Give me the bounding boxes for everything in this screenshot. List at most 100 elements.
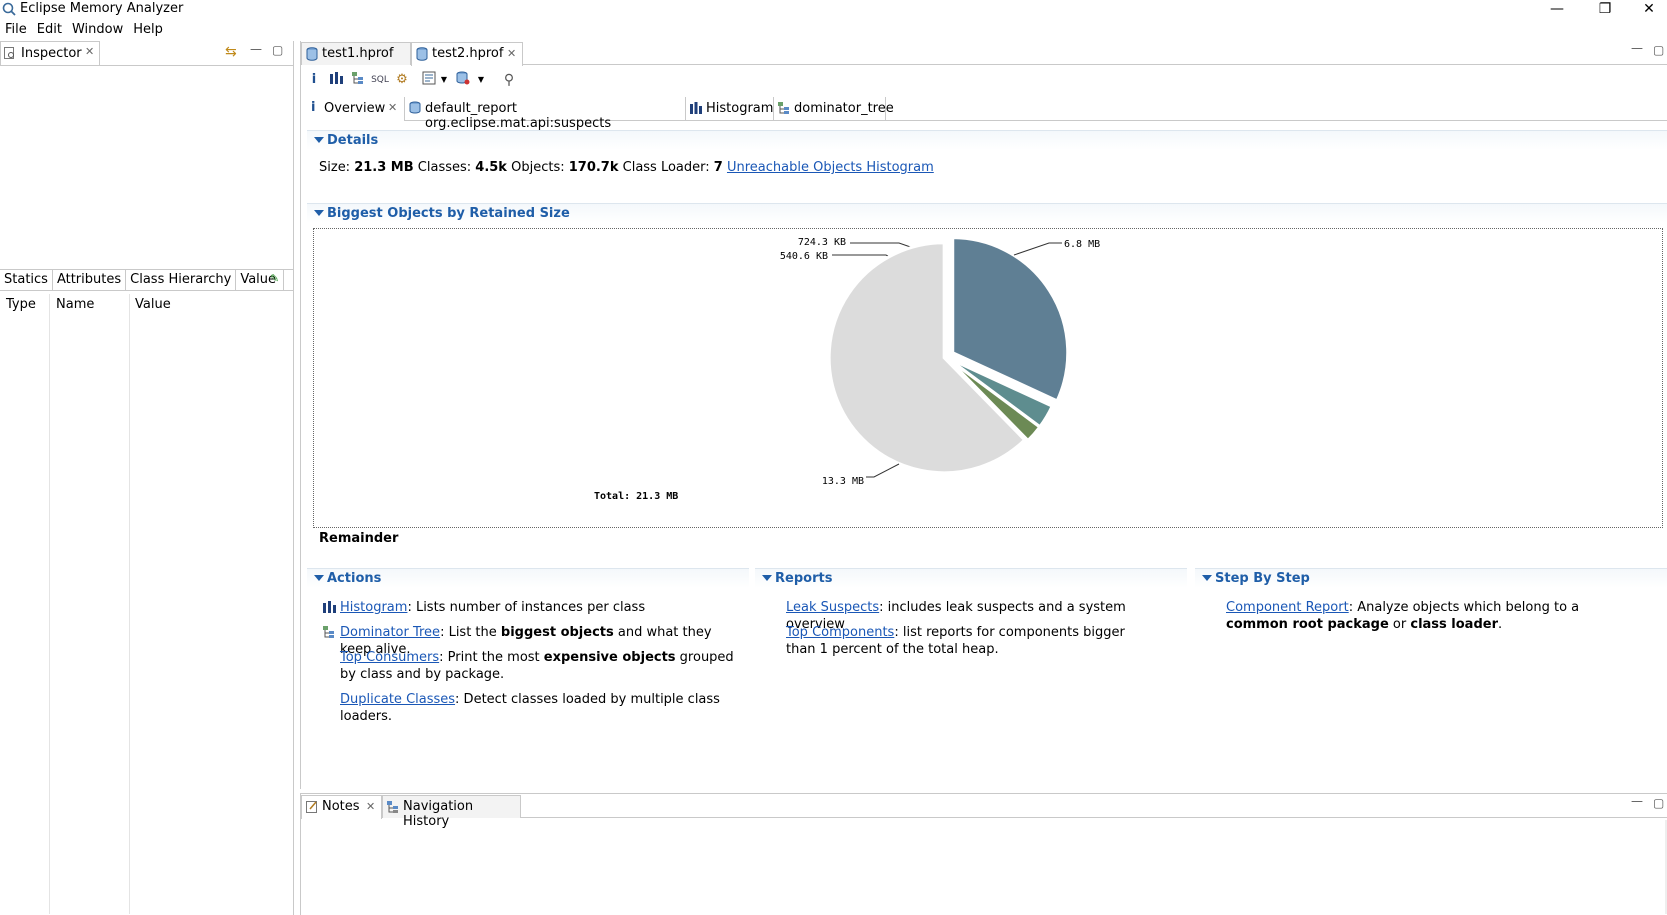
pie-leader-line xyxy=(1013,242,1062,256)
tab-default-report-label: default_report org.eclipse.mat.api:suspe… xyxy=(425,101,612,131)
pin-icon[interactable]: ✎ xyxy=(270,272,279,285)
objects-value: 170.7k xyxy=(568,160,619,175)
close-icon[interactable]: ✕ xyxy=(85,45,94,58)
tab-test2-hprof[interactable]: test2.hprof ✕ xyxy=(411,42,523,66)
tab-statics[interactable]: Statics xyxy=(0,270,53,290)
tab-navigation-history[interactable]: Navigation History xyxy=(382,795,521,829)
reports-header[interactable]: Reports xyxy=(755,568,1187,588)
inspector-view: Inspector ✕ ⇆ — ▢ Statics Attributes Class… xyxy=(0,41,294,915)
top-components-link[interactable]: Top Components xyxy=(786,625,894,640)
step-component-report: Component Report: Analyze objects which … xyxy=(1226,599,1641,633)
info-icon[interactable]: i xyxy=(305,71,323,89)
objects-label: Objects: xyxy=(506,160,569,175)
collapse-triangle-icon xyxy=(314,575,324,581)
collapse-triangle-icon xyxy=(314,210,324,216)
minimize-view-icon[interactable]: — xyxy=(1631,794,1643,808)
tab-notes[interactable]: Notes ✕ xyxy=(301,795,382,819)
close-icon[interactable]: ✕ xyxy=(388,101,397,114)
inspector-icon xyxy=(4,47,14,59)
info-icon: i xyxy=(311,100,316,115)
pie-slice-label: 540.6 KB xyxy=(780,251,828,262)
component-report-link[interactable]: Component Report xyxy=(1226,600,1349,615)
step-text: . xyxy=(1498,617,1503,632)
search-icon[interactable]: ⚲ xyxy=(500,71,518,89)
close-icon[interactable]: ✕ xyxy=(366,800,375,813)
duplicate-classes-link[interactable]: Duplicate Classes xyxy=(340,692,455,707)
histogram-icon xyxy=(690,102,702,114)
collapse-triangle-icon xyxy=(314,137,324,143)
oql-icon[interactable]: SQL xyxy=(371,71,389,89)
tab-histogram-label: Histogram xyxy=(706,101,774,116)
tab-test1-label: test1.hprof xyxy=(322,46,394,61)
maximize-editor-icon[interactable]: ▢ xyxy=(1653,43,1664,57)
tab-class-hierarchy[interactable]: Class Hierarchy xyxy=(126,270,237,290)
dominator-tree-link[interactable]: Dominator Tree xyxy=(340,625,440,640)
step-by-step-header[interactable]: Step By Step xyxy=(1195,568,1667,588)
biggest-objects-header[interactable]: Biggest Objects by Retained Size xyxy=(307,203,1667,223)
menu-bar: File Edit Window Help xyxy=(0,20,1667,40)
minimize-view-icon[interactable]: — xyxy=(250,42,262,56)
tab-histogram[interactable]: Histogram xyxy=(686,97,774,121)
link-with-selection-icon[interactable]: ⇆ xyxy=(225,44,237,60)
threads-icon[interactable]: ⚙ xyxy=(393,71,411,89)
action-duplicate-classes: Duplicate Classes: Detect classes loaded… xyxy=(340,691,740,725)
tab-navigation-history-label: Navigation History xyxy=(403,799,474,829)
report-tabbar: i Overview ✕ default_report org.eclipse.… xyxy=(304,97,1667,131)
heap-dump-icon xyxy=(306,47,318,61)
pie-slice-label: 13.3 MB xyxy=(822,476,864,487)
minimize-editor-icon[interactable]: — xyxy=(1631,41,1643,55)
details-header[interactable]: Details xyxy=(307,130,1667,150)
query-browser-icon[interactable] xyxy=(454,71,472,89)
notes-view: Notes ✕ Navigation History — ▢ xyxy=(300,793,1667,915)
chevron-down-icon[interactable]: ▼ xyxy=(435,71,453,89)
menu-edit[interactable]: Edit xyxy=(32,20,67,37)
report-top-components: Top Components: list reports for compone… xyxy=(786,624,1146,658)
menu-file[interactable]: File xyxy=(0,20,32,37)
chevron-down-icon[interactable]: ▼ xyxy=(472,71,490,89)
menu-window[interactable]: Window xyxy=(67,20,128,37)
tab-attributes[interactable]: Attributes xyxy=(53,270,127,290)
inspector-subtabs: Statics Attributes Class Hierarchy Value ✎ xyxy=(0,269,294,291)
tab-overview[interactable]: i Overview ✕ xyxy=(304,97,405,121)
action-text: : List the xyxy=(440,625,501,640)
leak-suspects-link[interactable]: Leak Suspects xyxy=(786,600,879,615)
histogram-link[interactable]: Histogram xyxy=(340,600,407,615)
unreachable-objects-link[interactable]: Unreachable Objects Histogram xyxy=(727,160,934,175)
step-by-step-title: Step By Step xyxy=(1215,571,1310,586)
step-bold-text: class loader xyxy=(1410,617,1498,632)
pie-slice-label: 6.8 MB xyxy=(1064,239,1100,250)
title-bar: Eclipse Memory Analyzer — ❐ ✕ xyxy=(0,0,1667,20)
histogram-icon[interactable] xyxy=(327,71,345,89)
top-consumers-link[interactable]: Top Consumers xyxy=(340,650,439,665)
pie-total-label: Total: 21.3 MB xyxy=(594,491,678,502)
pie-chart-box: 6.8 MB 724.3 KB 540.6 KB 13.3 MB Total: 21.3… xyxy=(313,228,1663,528)
tab-default-report[interactable]: default_report org.eclipse.mat.api:suspe… xyxy=(405,97,686,131)
close-button[interactable]: ✕ xyxy=(1627,0,1667,20)
tab-dominator-tree[interactable]: dominator_tree xyxy=(774,97,894,121)
actions-header[interactable]: Actions xyxy=(307,568,749,588)
tab-overview-label: Overview xyxy=(324,101,386,116)
tab-inspector[interactable]: Inspector ✕ xyxy=(0,41,100,65)
action-histogram: Histogram: Lists number of instances per… xyxy=(340,599,740,616)
action-bold-text: biggest objects xyxy=(500,625,614,640)
details-title: Details xyxy=(327,133,379,148)
menu-help[interactable]: Help xyxy=(128,20,168,37)
step-bold-text: common root package xyxy=(1226,617,1389,632)
minimize-button[interactable]: — xyxy=(1535,0,1579,20)
dominator-tree-icon[interactable] xyxy=(349,71,367,89)
column-type[interactable]: Type xyxy=(6,297,36,312)
column-divider xyxy=(49,294,50,914)
dominator-tree-icon xyxy=(323,626,334,638)
notes-icon xyxy=(306,801,317,813)
column-name[interactable]: Name xyxy=(56,297,94,312)
pie-chart: 6.8 MB 724.3 KB 540.6 KB 13.3 MB Total: 21.3… xyxy=(594,236,1100,502)
tab-test1-hprof[interactable]: test1.hprof xyxy=(301,42,411,65)
column-value[interactable]: Value xyxy=(135,297,171,312)
maximize-view-icon[interactable]: ▢ xyxy=(1653,796,1664,810)
class-loader-label: Class Loader: xyxy=(618,160,714,175)
close-icon[interactable]: ✕ xyxy=(507,47,516,60)
maximize-view-icon[interactable]: ▢ xyxy=(272,43,283,57)
histogram-icon xyxy=(323,601,336,613)
restore-button[interactable]: ❐ xyxy=(1583,0,1627,20)
step-text: : Analyze objects which belong to a xyxy=(1348,600,1580,615)
